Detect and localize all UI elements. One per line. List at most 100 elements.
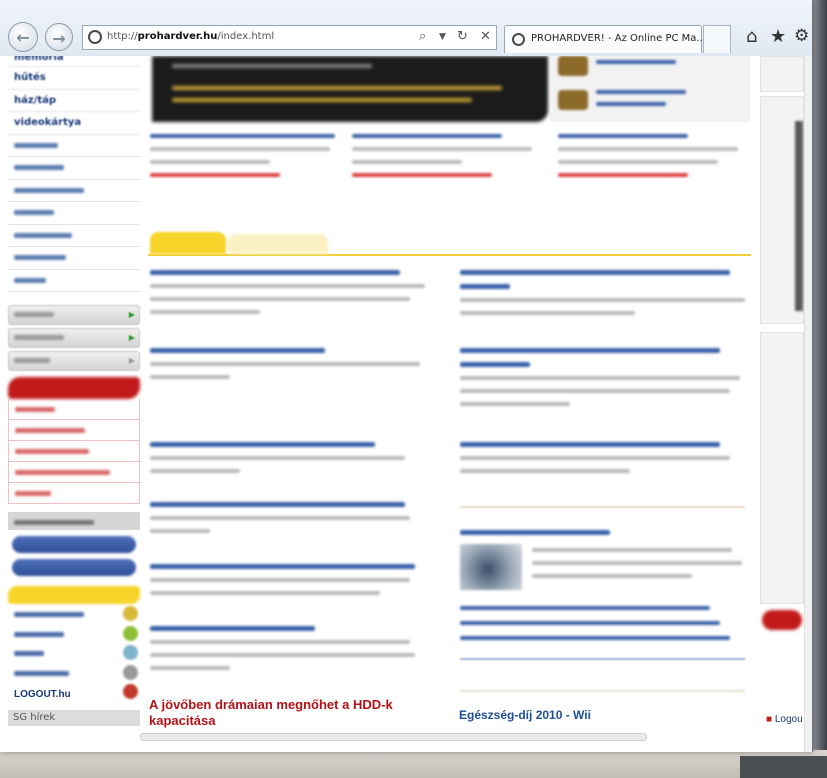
sidebar-gray-button[interactable]: ▶ bbox=[8, 328, 140, 348]
address-bar[interactable]: http://prohardver.hu/index.html ⌕ ▼ ↻ ✕ bbox=[82, 25, 497, 50]
desktop-background-bottom bbox=[0, 750, 827, 778]
arrow-right-icon: ▶ bbox=[128, 333, 135, 342]
address-url[interactable]: http://prohardver.hu/index.html bbox=[107, 31, 274, 42]
logout-link-label: LOGOUT.hu bbox=[14, 689, 71, 700]
rss-link[interactable] bbox=[8, 643, 140, 663]
right-box bbox=[760, 332, 804, 604]
rss-link-logout[interactable]: LOGOUT.hu bbox=[8, 682, 140, 702]
horizontal-scrollbar[interactable] bbox=[140, 733, 647, 741]
rss-feed-icon bbox=[123, 664, 138, 680]
sidebar-link[interactable]: videokártya bbox=[8, 112, 140, 135]
news-item[interactable] bbox=[460, 442, 745, 482]
news-item[interactable] bbox=[460, 348, 745, 415]
site-favicon bbox=[88, 30, 102, 44]
sidebar-red-link[interactable] bbox=[8, 441, 140, 462]
news-item[interactable] bbox=[150, 348, 435, 388]
forward-button[interactable]: → bbox=[45, 23, 73, 51]
bullet-icon: ■ bbox=[766, 714, 773, 725]
right-red-heading bbox=[762, 610, 802, 630]
headline-health-award[interactable]: Egészség-díj 2010 - Wii bbox=[459, 708, 591, 722]
sidebar-red-heading bbox=[8, 377, 140, 399]
logout-label: Logou bbox=[774, 714, 803, 725]
section-divider bbox=[460, 506, 745, 508]
rss-feed-icon bbox=[123, 684, 138, 699]
featured-article-title[interactable] bbox=[460, 530, 610, 535]
rss-feed-icon bbox=[123, 645, 138, 660]
browser-window: ← → http://prohardver.hu/index.html ⌕ ▼ … bbox=[0, 0, 813, 752]
desktop-taskbar-fragment bbox=[740, 756, 827, 778]
sidebar-link[interactable] bbox=[8, 202, 140, 225]
sidebar-link[interactable] bbox=[8, 135, 140, 157]
promo-thumbnail[interactable] bbox=[558, 56, 588, 76]
right-box bbox=[760, 96, 804, 324]
sidebar-link[interactable] bbox=[8, 180, 140, 202]
sidebar-link[interactable]: hűtés bbox=[8, 67, 140, 90]
teaser-item[interactable] bbox=[352, 134, 542, 204]
section-divider bbox=[460, 658, 745, 660]
sidebar-red-link[interactable] bbox=[8, 462, 140, 483]
browser-tab-active[interactable]: PROHARDVER! - Az Online PC Ma... bbox=[504, 25, 706, 53]
sidebar-blue-button[interactable] bbox=[12, 559, 136, 576]
browser-toolbar: ← → http://prohardver.hu/index.html ⌕ ▼ … bbox=[0, 0, 812, 57]
section-divider bbox=[460, 690, 745, 692]
rss-link[interactable] bbox=[8, 663, 140, 683]
sidebar-link[interactable] bbox=[8, 157, 140, 180]
tab-title: PROHARDVER! - Az Online PC Ma... bbox=[531, 33, 706, 44]
rss-feed-icon bbox=[123, 625, 138, 641]
refresh-icon[interactable]: ↻ bbox=[457, 29, 468, 44]
featured-article-summary bbox=[532, 548, 747, 587]
sidebar-red-link[interactable] bbox=[8, 399, 140, 420]
chevron-down-icon[interactable]: ▼ bbox=[439, 32, 446, 42]
sidebar-blue-button[interactable] bbox=[12, 536, 136, 553]
article-list bbox=[460, 606, 745, 651]
new-tab-button[interactable] bbox=[703, 25, 731, 53]
teaser-item[interactable] bbox=[558, 134, 748, 204]
left-sidebar: memória hűtés ház/táp videokártya ▶ ▶ ▶ bbox=[8, 56, 140, 726]
close-icon[interactable]: ✕ bbox=[480, 29, 491, 44]
headline-hdd-capacity[interactable]: A jövőben drámaian megnőhet a HDD-k kapa… bbox=[149, 697, 434, 729]
star-icon[interactable]: ★ bbox=[770, 26, 786, 47]
sidebar-link[interactable]: memória bbox=[8, 56, 140, 67]
url-domain: prohardver.hu bbox=[137, 31, 218, 42]
back-button[interactable]: ← bbox=[8, 22, 38, 52]
teaser-item[interactable] bbox=[150, 134, 340, 204]
sidebar-link[interactable] bbox=[8, 270, 140, 292]
news-item[interactable] bbox=[460, 270, 745, 324]
rss-link[interactable] bbox=[8, 624, 140, 644]
rss-link[interactable] bbox=[8, 604, 140, 624]
rss-feed-icon bbox=[123, 606, 138, 621]
vertical-scrollbar[interactable] bbox=[804, 56, 812, 752]
sidebar-gray-section bbox=[8, 512, 140, 530]
home-icon[interactable]: ⌂ bbox=[746, 26, 757, 47]
sidebar-link[interactable] bbox=[8, 225, 140, 247]
sidebar-red-link[interactable] bbox=[8, 420, 140, 441]
news-item[interactable] bbox=[150, 270, 435, 323]
web-page: memória hűtés ház/táp videokártya ▶ ▶ ▶ bbox=[0, 56, 812, 752]
search-icon[interactable]: ⌕ bbox=[419, 29, 426, 44]
sidebar-rss-heading bbox=[8, 586, 140, 604]
right-logout-link[interactable]: ■ Logou bbox=[766, 714, 803, 725]
promo-box bbox=[550, 56, 750, 122]
promo-thumbnail[interactable] bbox=[558, 90, 588, 110]
arrow-right-icon: ▶ bbox=[128, 310, 135, 319]
news-item[interactable] bbox=[150, 564, 435, 604]
sidebar-gray-button[interactable]: ▶ bbox=[8, 351, 140, 371]
news-item[interactable] bbox=[150, 502, 435, 542]
right-box bbox=[760, 56, 804, 92]
arrow-right-icon: ▶ bbox=[128, 356, 135, 365]
back-arrow-icon: ← bbox=[16, 28, 30, 47]
tab-other-news[interactable] bbox=[228, 234, 328, 254]
sidebar-link[interactable]: ház/táp bbox=[8, 90, 140, 112]
desktop-background-right bbox=[812, 0, 827, 778]
news-item[interactable] bbox=[150, 626, 435, 679]
tab-latest-news[interactable] bbox=[150, 232, 226, 254]
featured-article-photo[interactable] bbox=[460, 544, 522, 590]
news-item[interactable] bbox=[150, 442, 435, 482]
hero-banner-image[interactable] bbox=[152, 56, 548, 122]
sidebar-link[interactable] bbox=[8, 247, 140, 270]
sidebar-red-link[interactable] bbox=[8, 483, 140, 504]
sc-section-heading: SG hírek bbox=[8, 709, 140, 726]
sidebar-gray-button[interactable]: ▶ bbox=[8, 305, 140, 325]
gear-icon[interactable]: ⚙ bbox=[794, 26, 809, 46]
forward-arrow-icon: → bbox=[52, 29, 66, 48]
